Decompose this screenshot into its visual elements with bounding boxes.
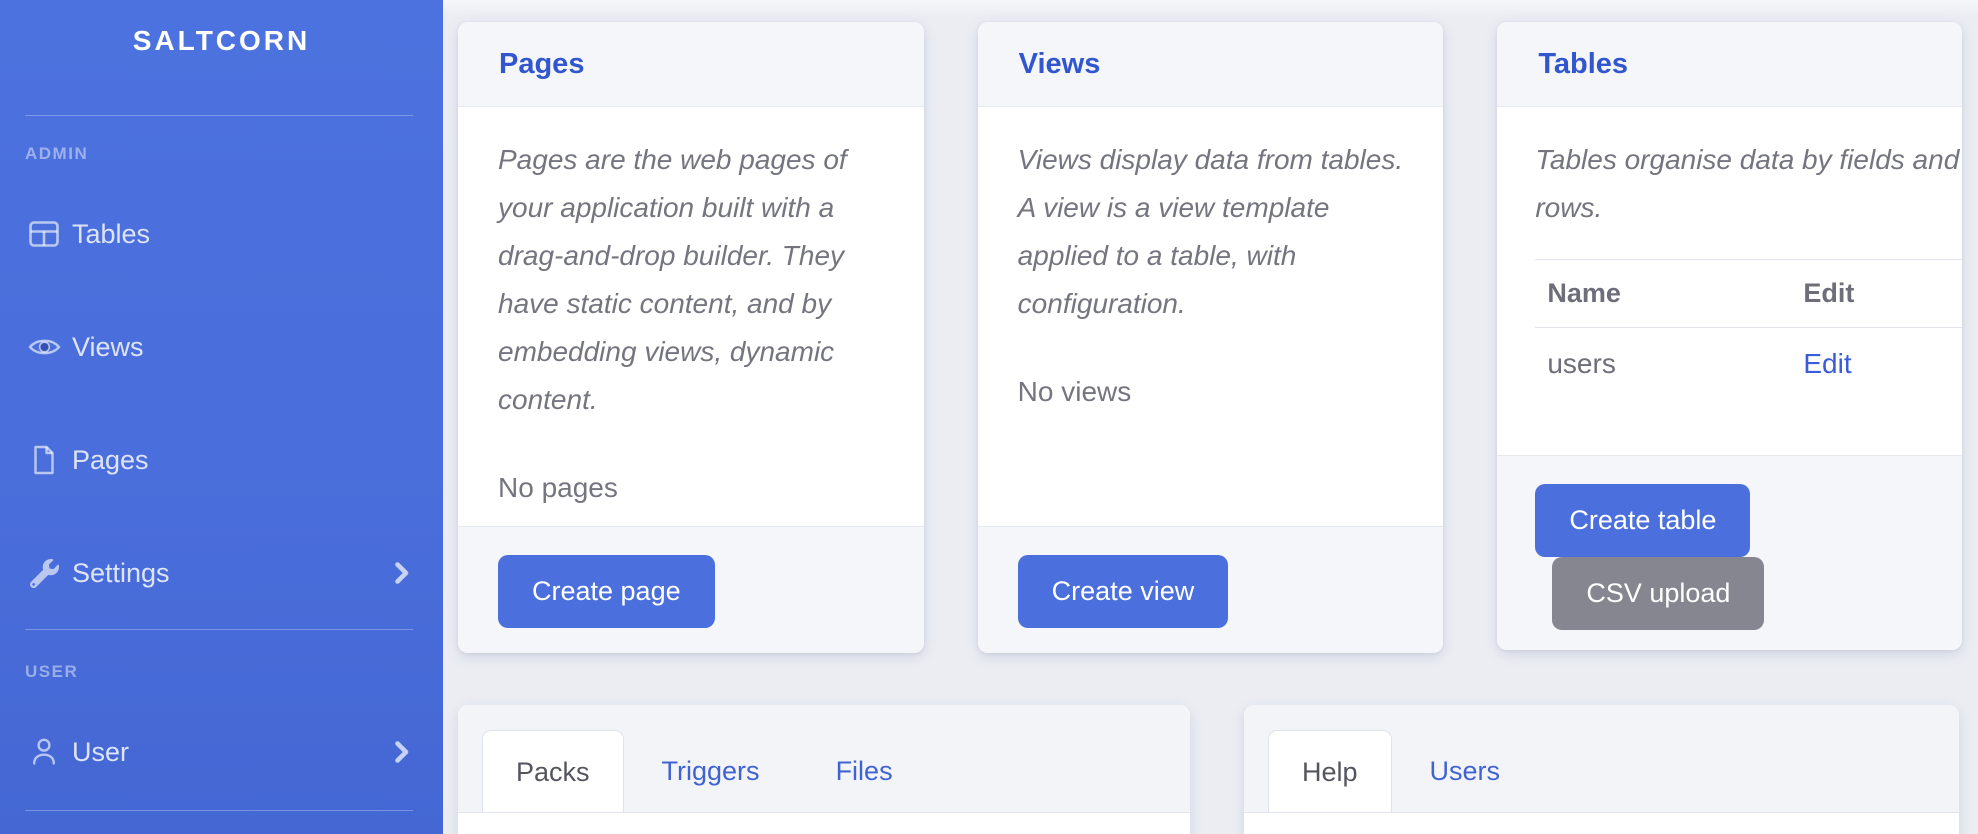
tables-list-header-name: Name — [1535, 260, 1791, 328]
sidebar-item-settings[interactable]: Settings — [27, 547, 410, 599]
pages-card-header: Pages — [458, 22, 924, 107]
create-page-button[interactable]: Create page — [498, 555, 715, 628]
tables-card-title: Tables — [1538, 48, 1930, 81]
views-card-body: Views display data from tables. A view i… — [978, 107, 1444, 526]
table-row-name: users — [1535, 328, 1791, 401]
tables-description: Tables organise data by fields and rows. — [1535, 136, 1962, 232]
sidebar-item-views[interactable]: Views — [27, 321, 410, 373]
sidebar-item-label: Views — [72, 332, 144, 363]
views-card-title: Views — [1019, 48, 1412, 81]
sidebar-item-label: Pages — [72, 445, 149, 476]
tables-list-header-edit: Edit — [1791, 260, 1962, 328]
sidebar-section-admin: ADMIN — [25, 144, 443, 164]
packs-tab-content — [458, 813, 1190, 834]
sidebar-divider — [25, 629, 413, 630]
sidebar-item-user[interactable]: User — [27, 726, 410, 778]
create-view-button[interactable]: Create view — [1018, 555, 1229, 628]
chevron-right-icon — [393, 739, 410, 765]
tab-triggers[interactable]: Triggers — [624, 730, 798, 812]
sidebar-divider — [25, 810, 413, 811]
table-row-edit-link[interactable]: Edit — [1803, 348, 1851, 379]
file-icon — [27, 445, 61, 475]
packs-triggers-files-card: Packs Triggers Files — [458, 705, 1190, 834]
pages-card: Pages Pages are the web pages of your ap… — [458, 22, 924, 653]
create-table-button[interactable]: Create table — [1535, 484, 1750, 557]
sidebar-section-user: USER — [25, 662, 443, 682]
wrench-icon — [27, 559, 61, 588]
views-empty-text: No views — [1018, 368, 1410, 416]
views-card: Views Views display data from tables. A … — [978, 22, 1444, 653]
tables-card-header: Tables — [1497, 22, 1962, 107]
tables-card-body: Tables organise data by fields and rows.… — [1497, 107, 1962, 455]
tab-users[interactable]: Users — [1392, 730, 1539, 812]
eye-icon — [27, 335, 61, 359]
app-brand[interactable]: SALTCORN — [0, 22, 443, 60]
pages-card-body: Pages are the web pages of your applicat… — [458, 107, 924, 526]
tab-files[interactable]: Files — [798, 730, 931, 812]
tables-list-header-row: Name Edit — [1535, 260, 1962, 328]
pages-description: Pages are the web pages of your applicat… — [498, 136, 890, 424]
entity-cards-row: Pages Pages are the web pages of your ap… — [458, 22, 1962, 653]
sidebar-nav-user: User — [0, 726, 443, 778]
tab-help[interactable]: Help — [1268, 730, 1392, 812]
sidebar-divider — [25, 115, 413, 116]
sidebar-item-label: Tables — [72, 219, 150, 250]
bottom-cards-row: Packs Triggers Files Help Users — [458, 705, 1962, 834]
sidebar: SALTCORN ADMIN Tables — [0, 0, 443, 834]
sidebar-nav-admin: Tables Views Pages — [0, 208, 443, 599]
sidebar-item-tables[interactable]: Tables — [27, 208, 410, 260]
tables-list: Name Edit users Edit — [1535, 259, 1962, 400]
left-tab-bar: Packs Triggers Files — [458, 705, 1190, 813]
app-root: SALTCORN ADMIN Tables — [0, 0, 1978, 834]
tables-card-footer: Create table CSV upload — [1497, 455, 1962, 650]
views-card-footer: Create view — [978, 526, 1444, 653]
right-tab-bar: Help Users — [1244, 705, 1959, 813]
table-row: users Edit — [1535, 328, 1962, 401]
tables-card: Tables Tables organise data by fields an… — [1497, 22, 1962, 650]
sidebar-item-pages[interactable]: Pages — [27, 434, 410, 486]
main-content: Pages Pages are the web pages of your ap… — [443, 0, 1978, 834]
sidebar-item-label: User — [72, 737, 129, 768]
pages-empty-text: No pages — [498, 464, 890, 512]
help-tab-content — [1244, 813, 1959, 834]
tables-button-stack: Create table CSV upload — [1535, 484, 1924, 630]
csv-upload-button[interactable]: CSV upload — [1552, 557, 1764, 630]
views-description: Views display data from tables. A view i… — [1018, 136, 1410, 328]
pages-card-footer: Create page — [458, 526, 924, 653]
user-icon — [27, 737, 61, 767]
views-card-header: Views — [978, 22, 1444, 107]
chevron-right-icon — [393, 560, 410, 586]
tab-packs[interactable]: Packs — [482, 730, 624, 812]
pages-card-title: Pages — [499, 48, 892, 81]
table-icon — [27, 221, 61, 247]
sidebar-item-label: Settings — [72, 558, 170, 589]
help-users-card: Help Users — [1244, 705, 1959, 834]
